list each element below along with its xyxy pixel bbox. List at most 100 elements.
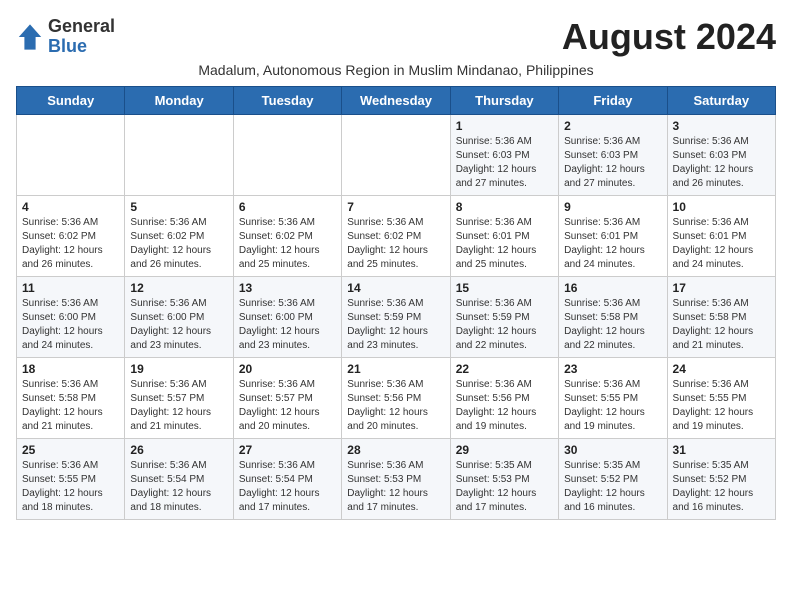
calendar-day-cell: 21Sunrise: 5:36 AM Sunset: 5:56 PM Dayli… (342, 358, 450, 439)
calendar-day-cell: 28 Sunrise: 5:36 AM Sunset: 5:53 PM Dayli… (342, 439, 450, 520)
month-title: August 2024 (562, 16, 776, 58)
day-number: 26 (130, 443, 227, 457)
calendar-week-row: 11 Sunrise: 5:36 AM Sunset: 6:00 PM Dayli… (17, 277, 776, 358)
day-number: 11 (22, 281, 119, 295)
day-of-week-header: Saturday (667, 87, 775, 115)
day-number: 16 (564, 281, 661, 295)
day-info: Sunrise: 5:36 AM Sunset: 6:01 PM Dayligh… (456, 216, 553, 272)
day-info: Sunrise: 5:36 AM Sunset: 5:55 PM Dayligh… (564, 378, 661, 434)
calendar-day-cell: 26 Sunrise: 5:36 AM Sunset: 5:54 PM Dayli… (125, 439, 233, 520)
day-info: Sunrise: 5:36 AM Sunset: 5:56 PM Dayligh… (456, 378, 553, 434)
day-info: Sunrise: 5:36 AM Sunset: 5:58 PM Dayligh… (22, 378, 119, 434)
day-info: Sunrise: 5:36 AM Sunset: 5:59 PM Dayligh… (347, 297, 444, 353)
day-number: 18 (22, 362, 119, 376)
calendar-day-cell: 9Sunrise: 5:36 AM Sunset: 6:01 PM Daylig… (559, 196, 667, 277)
calendar-day-cell: 24Sunrise: 5:36 AM Sunset: 5:55 PM Dayli… (667, 358, 775, 439)
day-number: 28 (347, 443, 444, 457)
day-info: Sunrise: 5:36 AM Sunset: 5:57 PM Dayligh… (130, 378, 227, 434)
day-info: Sunrise: 5:36 AM Sunset: 5:53 PM Dayligh… (347, 459, 444, 515)
calendar-day-cell: 3 Sunrise: 5:36 AM Sunset: 6:03 PM Daylig… (667, 115, 775, 196)
logo-icon (16, 23, 44, 51)
calendar-day-cell: 14 Sunrise: 5:36 AM Sunset: 5:59 PM Dayli… (342, 277, 450, 358)
day-number: 20 (239, 362, 336, 376)
day-of-week-header: Friday (559, 87, 667, 115)
day-info: Sunrise: 5:36 AM Sunset: 6:03 PM Dayligh… (456, 135, 553, 191)
day-info: Sunrise: 5:35 AM Sunset: 5:52 PM Dayligh… (673, 459, 770, 515)
day-of-week-header: Monday (125, 87, 233, 115)
calendar-day-cell: 27Sunrise: 5:36 AM Sunset: 5:54 PM Dayli… (233, 439, 341, 520)
calendar-day-cell: 7Sunrise: 5:36 AM Sunset: 6:02 PM Daylig… (342, 196, 450, 277)
day-number: 24 (673, 362, 770, 376)
calendar-day-cell: 4 Sunrise: 5:36 AM Sunset: 6:02 PM Daylig… (17, 196, 125, 277)
day-info: Sunrise: 5:36 AM Sunset: 6:03 PM Dayligh… (564, 135, 661, 191)
calendar-day-cell: 5Sunrise: 5:36 AM Sunset: 6:02 PM Daylig… (125, 196, 233, 277)
logo-text: General Blue (48, 17, 115, 57)
calendar-week-row: 4 Sunrise: 5:36 AM Sunset: 6:02 PM Daylig… (17, 196, 776, 277)
day-number: 29 (456, 443, 553, 457)
days-header-row: SundayMondayTuesdayWednesdayThursdayFrid… (17, 87, 776, 115)
calendar-day-cell: 6 Sunrise: 5:36 AM Sunset: 6:02 PM Daylig… (233, 196, 341, 277)
day-info: Sunrise: 5:36 AM Sunset: 6:02 PM Dayligh… (347, 216, 444, 272)
day-number: 23 (564, 362, 661, 376)
day-of-week-header: Sunday (17, 87, 125, 115)
day-number: 27 (239, 443, 336, 457)
day-number: 30 (564, 443, 661, 457)
calendar-day-cell (17, 115, 125, 196)
day-number: 17 (673, 281, 770, 295)
day-info: Sunrise: 5:36 AM Sunset: 5:59 PM Dayligh… (456, 297, 553, 353)
day-number: 14 (347, 281, 444, 295)
day-number: 8 (456, 200, 553, 214)
day-info: Sunrise: 5:35 AM Sunset: 5:52 PM Dayligh… (564, 459, 661, 515)
day-number: 5 (130, 200, 227, 214)
day-info: Sunrise: 5:36 AM Sunset: 5:55 PM Dayligh… (22, 459, 119, 515)
calendar-day-cell: 23 Sunrise: 5:36 AM Sunset: 5:55 PM Dayli… (559, 358, 667, 439)
calendar-day-cell: 22 Sunrise: 5:36 AM Sunset: 5:56 PM Dayli… (450, 358, 558, 439)
day-number: 4 (22, 200, 119, 214)
calendar-week-row: 18 Sunrise: 5:36 AM Sunset: 5:58 PM Dayli… (17, 358, 776, 439)
calendar-day-cell: 25 Sunrise: 5:36 AM Sunset: 5:55 PM Dayli… (17, 439, 125, 520)
day-number: 10 (673, 200, 770, 214)
calendar-day-cell: 12 Sunrise: 5:36 AM Sunset: 6:00 PM Dayli… (125, 277, 233, 358)
day-number: 21 (347, 362, 444, 376)
day-number: 12 (130, 281, 227, 295)
calendar-day-cell: 8 Sunrise: 5:36 AM Sunset: 6:01 PM Daylig… (450, 196, 558, 277)
calendar-day-cell: 1 Sunrise: 5:36 AM Sunset: 6:03 PM Daylig… (450, 115, 558, 196)
day-info: Sunrise: 5:36 AM Sunset: 6:02 PM Dayligh… (239, 216, 336, 272)
calendar-day-cell (125, 115, 233, 196)
day-number: 13 (239, 281, 336, 295)
calendar-day-cell: 19 Sunrise: 5:36 AM Sunset: 5:57 PM Dayli… (125, 358, 233, 439)
day-info: Sunrise: 5:36 AM Sunset: 6:02 PM Dayligh… (22, 216, 119, 272)
calendar-table: SundayMondayTuesdayWednesdayThursdayFrid… (16, 86, 776, 520)
page-subtitle: Madalum, Autonomous Region in Muslim Min… (16, 62, 776, 78)
day-info: Sunrise: 5:36 AM Sunset: 5:57 PM Dayligh… (239, 378, 336, 434)
day-info: Sunrise: 5:36 AM Sunset: 6:00 PM Dayligh… (130, 297, 227, 353)
day-number: 2 (564, 119, 661, 133)
day-number: 6 (239, 200, 336, 214)
day-info: Sunrise: 5:36 AM Sunset: 5:58 PM Dayligh… (673, 297, 770, 353)
calendar-day-cell: 17 Sunrise: 5:36 AM Sunset: 5:58 PM Dayli… (667, 277, 775, 358)
day-number: 1 (456, 119, 553, 133)
day-number: 25 (22, 443, 119, 457)
day-of-week-header: Wednesday (342, 87, 450, 115)
day-info: Sunrise: 5:36 AM Sunset: 5:54 PM Dayligh… (130, 459, 227, 515)
day-number: 3 (673, 119, 770, 133)
day-info: Sunrise: 5:36 AM Sunset: 5:58 PM Dayligh… (564, 297, 661, 353)
day-info: Sunrise: 5:36 AM Sunset: 6:01 PM Dayligh… (564, 216, 661, 272)
calendar-day-cell: 11 Sunrise: 5:36 AM Sunset: 6:00 PM Dayli… (17, 277, 125, 358)
day-number: 22 (456, 362, 553, 376)
calendar-day-cell: 29Sunrise: 5:35 AM Sunset: 5:53 PM Dayli… (450, 439, 558, 520)
day-number: 31 (673, 443, 770, 457)
day-number: 19 (130, 362, 227, 376)
day-info: Sunrise: 5:36 AM Sunset: 6:03 PM Dayligh… (673, 135, 770, 191)
calendar-day-cell: 18 Sunrise: 5:36 AM Sunset: 5:58 PM Dayli… (17, 358, 125, 439)
calendar-day-cell (233, 115, 341, 196)
day-info: Sunrise: 5:36 AM Sunset: 6:00 PM Dayligh… (22, 297, 119, 353)
day-info: Sunrise: 5:36 AM Sunset: 6:01 PM Dayligh… (673, 216, 770, 272)
calendar-day-cell: 30 Sunrise: 5:35 AM Sunset: 5:52 PM Dayli… (559, 439, 667, 520)
calendar-day-cell: 13Sunrise: 5:36 AM Sunset: 6:00 PM Dayli… (233, 277, 341, 358)
calendar-day-cell (342, 115, 450, 196)
calendar-day-cell: 31 Sunrise: 5:35 AM Sunset: 5:52 PM Dayli… (667, 439, 775, 520)
page-header: General Blue August 2024 (16, 16, 776, 58)
calendar-week-row: 25 Sunrise: 5:36 AM Sunset: 5:55 PM Dayli… (17, 439, 776, 520)
calendar-day-cell: 2 Sunrise: 5:36 AM Sunset: 6:03 PM Daylig… (559, 115, 667, 196)
